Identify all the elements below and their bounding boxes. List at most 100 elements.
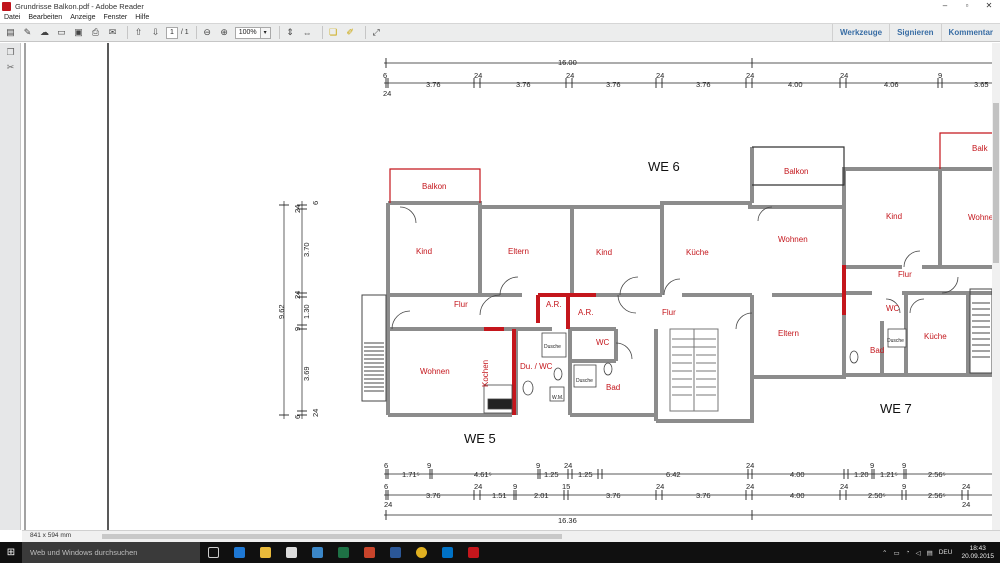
dim-left: 3.70 xyxy=(302,242,311,257)
dim-top-wall: 24 xyxy=(746,71,754,80)
pages-icon[interactable]: ❐ xyxy=(5,47,16,58)
word-icon[interactable] xyxy=(382,542,408,563)
dim-bottom-1-wall: 9 xyxy=(536,461,540,470)
excel-icon[interactable] xyxy=(330,542,356,563)
toolbar-divider xyxy=(321,26,323,39)
room-label-ar: A.R. xyxy=(578,308,594,317)
outlook-icon[interactable] xyxy=(434,542,460,563)
notification-icon[interactable]: ▤ xyxy=(927,549,933,557)
print-icon[interactable]: ⎙ xyxy=(89,26,102,39)
taskbar: ⊞ Web und Windows durchsuchen ⌃ ▭ ◔ ◁ ▤ … xyxy=(0,542,1000,563)
app-icon-red[interactable] xyxy=(356,542,382,563)
dim-bottom-2-wall: 24 xyxy=(656,482,664,491)
acrobat-reader-icon[interactable] xyxy=(460,542,486,563)
chrome-icon[interactable] xyxy=(408,542,434,563)
werkzeuge-button[interactable]: Werkzeuge xyxy=(832,24,889,41)
dim-left-wall: 24 xyxy=(293,291,302,299)
windows-start-icon[interactable]: ⊞ xyxy=(0,542,22,563)
maximize-button[interactable]: ▫ xyxy=(956,0,978,12)
horizontal-scrollbar-thumb[interactable] xyxy=(102,534,562,539)
file-explorer-icon[interactable] xyxy=(252,542,278,563)
clock[interactable]: 18:43 20.09.2015 xyxy=(961,545,994,561)
network-icon[interactable]: ◔ xyxy=(906,549,910,556)
signieren-button[interactable]: Signieren xyxy=(889,24,940,41)
dim-top-wall: 24 xyxy=(656,71,664,80)
dim-left-wall: 9 xyxy=(293,327,302,331)
dim-bottom-2: 3.76 xyxy=(696,491,711,500)
cloud-icon[interactable]: ☁ xyxy=(38,26,51,39)
dim-left-wall: 6 xyxy=(293,415,302,419)
toolbar-divider xyxy=(278,26,280,39)
dim-bottom-1-wall: 9 xyxy=(427,461,431,470)
dim-top: 4.06 xyxy=(884,80,899,89)
language-indicator[interactable]: DEU xyxy=(939,549,953,556)
volume-icon[interactable]: ◁ xyxy=(916,549,921,557)
room-label-flur: Flur xyxy=(454,300,468,309)
edge-browser-icon[interactable] xyxy=(226,542,252,563)
room-label-bad: Bad xyxy=(606,383,620,392)
dim-bottom-total: 16.36 xyxy=(558,516,577,525)
dim-bottom-2: 4.00 xyxy=(790,491,805,500)
minimize-button[interactable]: – xyxy=(934,0,956,12)
document-view[interactable]: WE 6 WE 5 WE 7 Balkon Balkon Balk Kind E… xyxy=(22,43,992,530)
fit-page-icon[interactable]: ⇕ xyxy=(284,26,297,39)
menu-fenster[interactable]: Fenster xyxy=(104,14,128,21)
dim-top-wall: 6 xyxy=(383,71,387,80)
menu-anzeige[interactable]: Anzeige xyxy=(70,14,95,21)
room-label-kind: Kind xyxy=(596,248,612,257)
vertical-scrollbar-thumb[interactable] xyxy=(993,103,999,263)
edit-pdf-icon[interactable]: ✎ xyxy=(21,26,34,39)
zoom-out-icon[interactable]: ⊖ xyxy=(201,26,214,39)
dim-bottom-2: 2.50⁵ xyxy=(868,491,886,500)
dim-left: 1.30 xyxy=(302,304,311,319)
room-label-wohnen: Wohnen xyxy=(420,367,450,376)
room-label-kueche: Küche xyxy=(924,332,947,341)
kommentar-button[interactable]: Kommentar xyxy=(940,24,1000,41)
expand-icon[interactable]: ⤢ xyxy=(370,26,383,39)
page-down-icon[interactable]: ⇩ xyxy=(149,26,162,39)
dim-left-total: 9.62 xyxy=(277,304,286,319)
dim-bottom-2-wall: 15 xyxy=(562,482,570,491)
room-label-wc: WC xyxy=(886,304,900,313)
dim-bottom-2-wall: 24 xyxy=(840,482,848,491)
tray-up-arrow-icon[interactable]: ⌃ xyxy=(882,549,887,557)
dim-bottom-1: 1.25 xyxy=(578,470,593,479)
page-number-input[interactable]: 1 xyxy=(166,26,178,39)
menu-bearbeiten[interactable]: Bearbeiten xyxy=(28,14,62,21)
app-icon-blue[interactable] xyxy=(304,542,330,563)
dim-bottom-2-wall: 24 xyxy=(474,482,482,491)
page-up-icon[interactable]: ⇧ xyxy=(132,26,145,39)
task-view-icon[interactable] xyxy=(200,542,226,563)
unit-label-we7: WE 7 xyxy=(880,401,912,416)
system-tray: ⌃ ▭ ◔ ◁ ▤ DEU 18:43 20.09.2015 xyxy=(879,542,1000,563)
dim-bottom-1: 6.42 xyxy=(666,470,681,479)
create-pdf-icon[interactable]: ▤ xyxy=(4,26,17,39)
dim-top: 3.76 xyxy=(516,80,531,89)
menu-datei[interactable]: Datei xyxy=(4,14,20,21)
room-label-eltern: Eltern xyxy=(778,329,799,338)
vertical-scrollbar[interactable] xyxy=(992,43,1000,530)
zoom-input[interactable]: 100% xyxy=(234,26,261,39)
room-label-wc: WC xyxy=(596,338,610,347)
comment-icon[interactable]: ❏ xyxy=(327,26,340,39)
zoom-in-icon[interactable]: ⊕ xyxy=(218,26,231,39)
open-folder-icon[interactable]: ▭ xyxy=(55,26,68,39)
attachment-icon[interactable]: ✂ xyxy=(5,62,16,73)
store-icon[interactable] xyxy=(278,542,304,563)
dim-bottom-1: 1.25 xyxy=(544,470,559,479)
menu-hilfe[interactable]: Hilfe xyxy=(135,14,149,21)
email-icon[interactable]: ✉ xyxy=(106,26,119,39)
dim-bottom-1: 1.71⁵ xyxy=(402,470,420,479)
fixture-label-dusche: Dusche xyxy=(887,338,904,344)
dim-top: 3.76 xyxy=(606,80,621,89)
dim-bottom-2-wall: 6 xyxy=(384,482,388,491)
highlight-icon[interactable]: ✐ xyxy=(344,26,357,39)
close-button[interactable]: ✕ xyxy=(978,0,1000,12)
zoom-dropdown-icon[interactable]: ▾ xyxy=(260,26,271,39)
battery-icon[interactable]: ▭ xyxy=(893,549,899,557)
save-icon[interactable]: ▣ xyxy=(72,26,85,39)
status-bar: 841 x 594 mm xyxy=(22,530,1000,542)
taskbar-search-input[interactable]: Web und Windows durchsuchen xyxy=(22,542,200,563)
fit-width-icon[interactable]: ⇔ xyxy=(301,26,314,39)
adobe-reader-icon xyxy=(2,1,11,11)
